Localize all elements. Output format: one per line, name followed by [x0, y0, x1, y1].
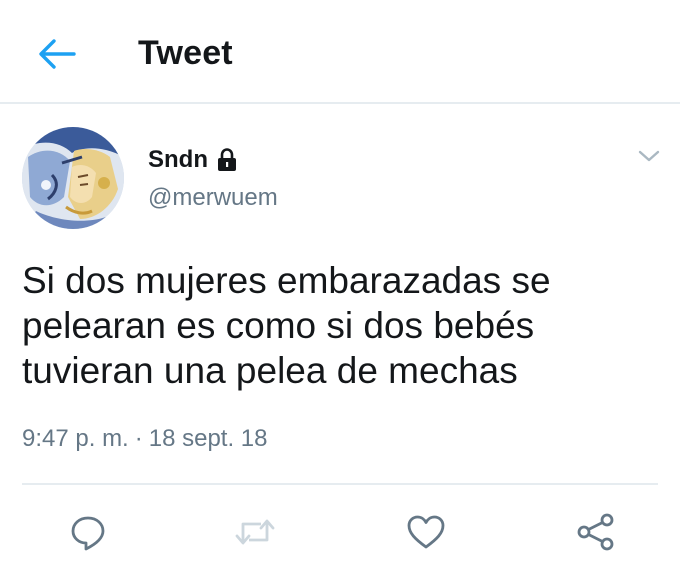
back-arrow-icon: [39, 39, 76, 69]
lock-icon: [216, 148, 238, 172]
top-bar: Tweet: [0, 0, 680, 104]
action-divider: [22, 483, 658, 485]
reply-button[interactable]: [66, 510, 110, 554]
tweet-text: Si dos mujeres embarazadas se pelearan e…: [22, 258, 662, 393]
timestamp-separator: ·: [134, 425, 143, 452]
retweet-button[interactable]: [233, 510, 277, 554]
page-title: Tweet: [138, 34, 233, 72]
author-name-row: Sndn: [148, 143, 238, 177]
like-button[interactable]: [404, 510, 448, 554]
heart-icon: [407, 515, 445, 549]
tweet-timestamp[interactable]: 9:47 p. m. · 18 sept. 18: [22, 425, 268, 453]
anime-character-avatar-icon: [22, 127, 124, 229]
back-button[interactable]: [30, 32, 82, 76]
share-button[interactable]: [574, 510, 618, 554]
tweet-date: 18 sept. 18: [148, 425, 268, 452]
more-options-button[interactable]: [634, 144, 664, 168]
tweet-time: 9:47 p. m.: [22, 425, 129, 452]
share-icon: [577, 513, 614, 551]
author-handle[interactable]: @merwuem: [148, 184, 278, 212]
chevron-down-icon: [638, 150, 660, 162]
retweet-icon: [235, 519, 275, 545]
author-display-name[interactable]: Sndn: [148, 146, 208, 174]
tweet-text-line: tuvieran una pelea de mechas: [22, 350, 518, 391]
tweet-text-line: Si dos mujeres embarazadas se: [22, 260, 551, 301]
reply-icon: [71, 516, 105, 551]
tweet-text-line: pelearan es como si dos bebés: [22, 305, 535, 346]
avatar[interactable]: [22, 127, 124, 229]
